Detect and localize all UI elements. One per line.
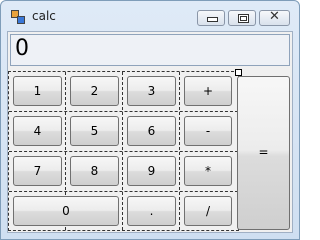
divide-button[interactable]: / (184, 196, 232, 226)
resize-handle[interactable] (235, 69, 242, 76)
grid-divider (9, 151, 238, 152)
minimize-button[interactable] (197, 10, 225, 26)
minus-button[interactable]: - (184, 116, 232, 146)
key-7-button[interactable]: 7 (13, 156, 62, 186)
title-bar[interactable]: calc ✕ (1, 1, 299, 31)
key-1-button[interactable]: 1 (13, 76, 62, 106)
display-field[interactable]: 0 (10, 34, 290, 66)
key-9-button[interactable]: 9 (127, 156, 176, 186)
window-title: calc (32, 9, 56, 23)
grid-divider (9, 191, 238, 192)
key-3-button[interactable]: 3 (127, 76, 176, 106)
key-2-button[interactable]: 2 (70, 76, 119, 106)
multiply-button[interactable]: * (184, 156, 232, 186)
key-8-button[interactable]: 8 (70, 156, 119, 186)
close-button[interactable]: ✕ (259, 9, 290, 26)
app-icon (11, 10, 25, 24)
minimize-icon (207, 17, 218, 22)
close-icon: ✕ (269, 9, 280, 24)
decimal-point-button[interactable]: . (127, 196, 176, 226)
maximize-icon (238, 14, 249, 23)
maximize-button[interactable] (228, 10, 256, 26)
equals-button[interactable]: = (237, 76, 290, 230)
client-area: 0 1 2 3 + 4 5 6 - 7 8 9 * 0 . / = (7, 31, 293, 233)
key-0-button[interactable]: 0 (13, 196, 119, 226)
key-4-button[interactable]: 4 (13, 116, 62, 146)
key-5-button[interactable]: 5 (70, 116, 119, 146)
grid-divider (9, 111, 238, 112)
plus-button[interactable]: + (184, 76, 232, 106)
key-6-button[interactable]: 6 (127, 116, 176, 146)
button-grid: 1 2 3 + 4 5 6 - 7 8 9 * 0 . / (8, 71, 239, 231)
calculator-window: calc ✕ 0 1 2 3 + 4 5 6 - 7 8 9 * 0 . / = (0, 0, 300, 240)
